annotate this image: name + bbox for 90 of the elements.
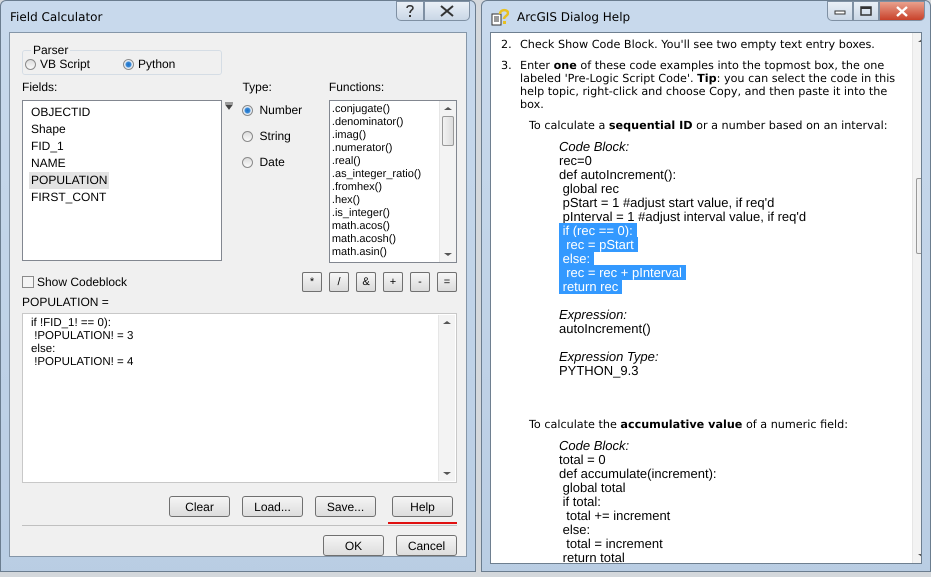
code-label: Expression Type: — [559, 350, 660, 364]
close-button[interactable] — [879, 1, 925, 21]
radio-label: Python — [138, 57, 176, 71]
step-number: 2. — [501, 38, 513, 51]
dialog-button[interactable]: OK — [323, 535, 384, 556]
operator-button[interactable]: + — [383, 272, 403, 292]
code-line: pStart = 1 #adjust start value, if req'd — [562, 195, 774, 210]
type-label: Type: — [242, 80, 273, 94]
radio-label: Number — [259, 103, 302, 117]
minimize-button[interactable] — [827, 1, 853, 21]
code-line: total = increment — [565, 536, 663, 551]
code-line: autoIncrement() — [559, 321, 651, 336]
code-line: return total — [562, 550, 625, 563]
code-line: def autoIncrement(): — [559, 167, 676, 182]
function-item[interactable]: .numerator() — [332, 142, 439, 155]
expression-label: POPULATION = — [22, 295, 110, 309]
expression-field[interactable]: if !FID_1! == 0): !POPULATION! = 3 else: !POPULATION! = 4 — [22, 313, 457, 483]
fields-label: Fields: — [22, 80, 58, 94]
help-button[interactable] — [396, 1, 424, 21]
radio-button[interactable] — [25, 58, 36, 70]
dialog-button[interactable]: Cancel — [396, 535, 457, 556]
function-item[interactable]: .conjugate() — [332, 103, 439, 116]
operator-button[interactable]: & — [356, 272, 376, 292]
step-text: Enter one of these code examples into the topmost box, the one labeled 'Pre-Logic Script Code'. Tip: you can select the code in this help topic, right-click and choose Copy, and then paste it into the box. — [520, 59, 896, 111]
radio-label: Date — [259, 155, 285, 169]
dialog-button[interactable]: Help — [392, 496, 453, 517]
field-item[interactable]: NAME — [29, 155, 68, 172]
code-label: Expression: — [559, 308, 628, 322]
help-icon — [491, 8, 509, 26]
function-item[interactable]: math.acos() — [332, 220, 439, 233]
function-item[interactable]: math.acosh() — [332, 233, 439, 246]
operator-button[interactable]: / — [329, 272, 349, 292]
code-line: else: — [562, 522, 590, 537]
scrollbar[interactable] — [439, 101, 456, 262]
code-line: global total — [562, 480, 626, 495]
code-label: Code Block: — [559, 439, 630, 453]
function-item[interactable]: .as_integer_ratio() — [332, 168, 439, 181]
radio-button[interactable] — [242, 130, 254, 142]
dialog-button[interactable]: Load... — [242, 496, 303, 517]
code-label: Code Block: — [559, 140, 630, 154]
group-label: Parser — [32, 43, 70, 57]
code-line: def accumulate(increment): — [559, 466, 717, 481]
function-item[interactable]: .hex() — [332, 194, 439, 207]
function-item[interactable]: .fromhex() — [332, 181, 439, 194]
step-number: 3. — [501, 59, 513, 74]
code-line: pInterval = 1 #adjust interval value, if req'd — [562, 209, 806, 224]
function-item[interactable]: math.asin() — [332, 246, 439, 259]
code-line: total += increment — [565, 508, 670, 523]
radio-label: String — [259, 129, 291, 143]
maximize-button[interactable] — [853, 1, 879, 21]
window-title: ArcGIS Dialog Help — [517, 10, 630, 24]
window-title: Field Calculator — [10, 10, 102, 24]
field-item[interactable]: Shape — [29, 121, 68, 138]
code-line: if total: — [562, 494, 601, 509]
sort-icon[interactable] — [225, 102, 233, 110]
close-icon — [439, 5, 455, 17]
function-item[interactable]: .denominator() — [332, 116, 439, 129]
function-item[interactable]: .is_integer() — [332, 207, 439, 220]
function-item[interactable]: .imag() — [332, 129, 439, 142]
functions-list[interactable]: .conjugate() .denominator() .imag() .numerator() .real() .as_integer_ratio() .fromhex() .hex() .is_integer() math.acos() math.acosh() math.asin() — [328, 100, 457, 263]
code-line: PYTHON_9.3 — [559, 363, 638, 378]
checkbox[interactable] — [22, 276, 34, 288]
example-intro: To calculate the accumulative value of a numeric field: — [529, 418, 849, 431]
operator-button[interactable]: - — [410, 272, 430, 292]
maximize-icon — [860, 6, 872, 16]
close-icon — [895, 6, 909, 16]
code-line: total = 0 — [559, 452, 606, 467]
functions-label: Functions: — [328, 80, 386, 94]
example-intro: To calculate a sequential ID or a number based on an interval: — [529, 119, 889, 132]
scrollbar[interactable] — [438, 315, 455, 481]
code-line: global rec — [562, 181, 619, 196]
dialog-button[interactable]: Save... — [315, 496, 376, 517]
radio-button[interactable] — [123, 58, 134, 70]
code-line: rec=0 — [559, 153, 592, 168]
function-item[interactable]: .real() — [332, 155, 439, 168]
field-item[interactable]: POPULATION — [29, 172, 110, 189]
operator-button[interactable]: * — [302, 272, 322, 292]
operator-button[interactable]: = — [437, 272, 457, 292]
help-icon — [405, 4, 415, 18]
field-item[interactable]: FID_1 — [29, 138, 66, 155]
checkbox-label: Show Codeblock — [37, 275, 128, 289]
field-item[interactable]: OBJECTID — [29, 104, 92, 121]
dialog-button[interactable]: Clear — [169, 496, 230, 517]
field-item[interactable]: FIRST_CONT — [29, 189, 108, 206]
radio-button[interactable] — [242, 156, 254, 168]
radio-button[interactable] — [242, 104, 254, 116]
close-button[interactable] — [424, 1, 470, 21]
fields-list[interactable]: OBJECTID Shape FID_1 NAME POPULATION FIRST_CONT — [22, 100, 222, 261]
radio-label: VB Script — [40, 57, 90, 71]
step-text: Check Show Code Block. You'll see two empty text entry boxes. — [520, 38, 876, 51]
